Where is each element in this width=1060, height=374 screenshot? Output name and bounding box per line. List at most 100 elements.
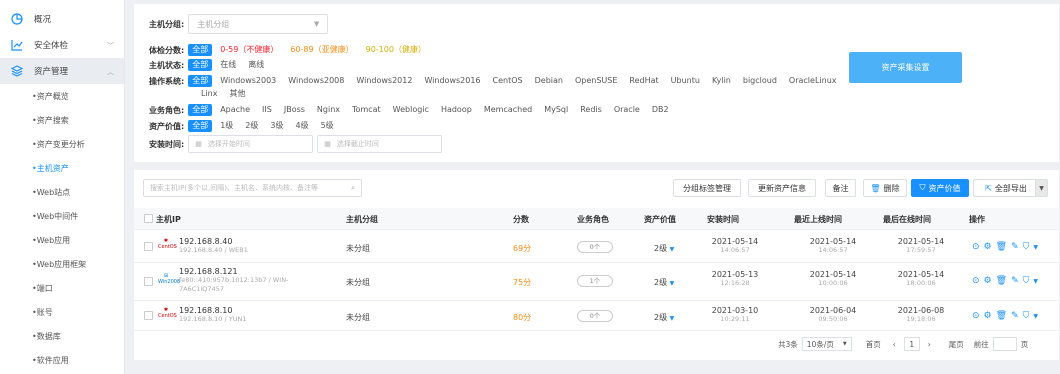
page-number[interactable]: 1 [903, 337, 920, 351]
tag-value[interactable]: 1级 [216, 120, 237, 132]
tag-value[interactable]: 2级 [241, 120, 262, 132]
row-checkbox[interactable] [144, 277, 153, 286]
gear-icon[interactable]: ⚙ [984, 311, 992, 321]
subitem-web-framework[interactable]: •Web应用框架 [0, 252, 124, 276]
page-size-select[interactable]: 10条/页 ▼ [801, 337, 852, 351]
subitem-web-site[interactable]: •Web站点 [0, 180, 124, 204]
tag-role[interactable]: Hadoop [437, 104, 476, 116]
tag-os[interactable]: Windows2003 [216, 75, 280, 87]
tag-role[interactable]: Oracle [610, 104, 644, 116]
tag-role[interactable]: Nginx [313, 104, 344, 116]
search-input[interactable]: 搜索主机IP(多个以,间隔)、主机名、系统内核、备注等 ⌕ [143, 179, 362, 197]
tag-role[interactable]: Tomcat [348, 104, 385, 116]
tag-os[interactable]: Ubuntu [667, 75, 704, 87]
shield-icon[interactable]: ⛉ [1023, 276, 1030, 286]
tag-status-offline[interactable]: 离线 [244, 59, 268, 71]
role-count[interactable]: 0个 [577, 241, 613, 253]
host-score[interactable]: 80分 [513, 312, 531, 323]
asset-value-button[interactable]: ⛉ 资产价值 [911, 179, 969, 197]
tag-score-all[interactable]: 全部 [188, 44, 213, 56]
tag-role[interactable]: Memcached [480, 104, 536, 116]
tag-os[interactable]: Windows2012 [352, 75, 416, 87]
caret-down-icon[interactable]: ▼ [1033, 313, 1038, 321]
tag-score-unhealthy[interactable]: 0-59（不健康） [216, 44, 282, 56]
more-icon[interactable]: ⊙ [972, 242, 980, 252]
tag-role[interactable]: Apache [216, 104, 254, 116]
tag-os[interactable]: CentOS [489, 75, 527, 87]
tag-role[interactable]: Redis [576, 104, 606, 116]
host-score[interactable]: 69分 [513, 243, 531, 254]
trash-icon[interactable]: 🗑 [996, 242, 1007, 252]
tag-role[interactable]: 全部 [188, 104, 213, 116]
sidebar-item-overview[interactable]: 概况 [0, 6, 124, 32]
subitem-asset-search[interactable]: •资产搜索 [0, 108, 124, 132]
tag-status-all[interactable]: 全部 [188, 59, 213, 71]
tag-role[interactable]: JBoss [280, 104, 309, 116]
last-page-button[interactable]: 尾页 [945, 337, 968, 351]
select-all-checkbox[interactable] [144, 214, 153, 223]
sidebar-item-security-check[interactable]: 安全体检 ﹀ [0, 32, 124, 58]
delete-button[interactable]: 🗑 删除 [863, 179, 907, 197]
tag-os[interactable]: Debian [531, 75, 567, 87]
export-dropdown-button[interactable]: ▼ [1035, 179, 1048, 197]
tag-os[interactable]: Linx [197, 88, 221, 100]
tag-os[interactable]: OracleLinux [785, 75, 841, 87]
trash-icon[interactable]: 🗑 [996, 276, 1007, 286]
gear-icon[interactable]: ⚙ [984, 276, 992, 286]
host-ip[interactable]: 192.168.8.121 [179, 267, 288, 276]
next-page-icon[interactable]: › [924, 337, 935, 351]
edit-icon[interactable]: ✎ [1011, 242, 1019, 252]
group-tag-manage-button[interactable]: 分组标签管理 [673, 179, 741, 197]
role-count[interactable]: 1个 [577, 275, 613, 287]
more-icon[interactable]: ⊙ [972, 276, 980, 286]
table-row[interactable]: ✱ CentOS 192.168.8.40 192.168.8.40 / WEB1… [134, 232, 1059, 263]
table-row[interactable]: ⊞ Win2008 192.168.8.121 fe80::410:957b:10… [134, 263, 1059, 301]
tag-os[interactable]: Windows2016 [420, 75, 484, 87]
trash-icon[interactable]: 🗑 [996, 311, 1007, 321]
tag-value[interactable]: 3级 [266, 120, 287, 132]
table-row[interactable]: ✱ CentOS 192.168.8.10 192.168.8.10 / YUN1… [134, 301, 1059, 331]
host-score[interactable]: 75分 [513, 277, 531, 288]
tag-value[interactable]: 4级 [291, 120, 312, 132]
asset-value-select[interactable]: 2级 ▼ [654, 277, 674, 288]
subitem-database[interactable]: •数据库 [0, 324, 124, 348]
row-checkbox[interactable] [144, 311, 153, 320]
prev-page-icon[interactable]: ‹ [889, 337, 900, 351]
sidebar-item-asset-management[interactable]: 资产管理 ︿ [0, 58, 124, 84]
host-ip[interactable]: 192.168.8.10 [179, 306, 246, 315]
asset-value-select[interactable]: 2级 ▼ [654, 312, 674, 323]
edit-icon[interactable]: ✎ [1011, 276, 1019, 286]
host-group-select[interactable]: 主机分组 ▼ [188, 14, 329, 34]
subitem-asset-change[interactable]: •资产变更分析 [0, 132, 124, 156]
tag-os[interactable]: OpenSUSE [571, 75, 621, 87]
subitem-host-assets[interactable]: •主机资产 [0, 156, 124, 180]
tag-score-healthy[interactable]: 90-100（健康） [362, 44, 430, 56]
shield-icon[interactable]: ⛉ [1023, 242, 1030, 252]
subitem-web-middleware[interactable]: •Web中间件 [0, 204, 124, 228]
tag-status-online[interactable]: 在线 [216, 59, 240, 71]
tag-role[interactable]: Weblogic [389, 104, 433, 116]
tag-os[interactable]: Windows2008 [284, 75, 348, 87]
tag-role[interactable]: MySql [540, 104, 572, 116]
host-ip[interactable]: 192.168.8.40 [179, 237, 248, 246]
subitem-asset-overview[interactable]: •资产概览 [0, 84, 124, 108]
asset-collect-settings-button[interactable]: 资产采集设置 [849, 52, 962, 83]
row-checkbox[interactable] [144, 242, 153, 251]
tag-os[interactable]: 其他 [225, 88, 249, 100]
tag-score-subhealthy[interactable]: 60-89（亚健康） [286, 44, 357, 56]
caret-down-icon[interactable]: ▼ [1033, 244, 1038, 252]
tag-os[interactable]: Kylin [708, 75, 735, 87]
asset-value-select[interactable]: 2级 ▼ [654, 243, 674, 254]
end-date-input[interactable]: ▦ 选择截止时间 [317, 135, 443, 153]
goto-page-input[interactable] [992, 337, 1017, 351]
tag-role[interactable]: IIS [258, 104, 276, 116]
tag-os[interactable]: RedHat [625, 75, 662, 87]
more-icon[interactable]: ⊙ [972, 311, 980, 321]
note-button[interactable]: 备注 [825, 179, 856, 197]
start-date-input[interactable]: ▦ 选择开始时间 [188, 135, 314, 153]
gear-icon[interactable]: ⚙ [984, 242, 992, 252]
tag-value[interactable]: 全部 [188, 120, 213, 132]
edit-icon[interactable]: ✎ [1011, 311, 1019, 321]
tag-os[interactable]: bigcloud [739, 75, 781, 87]
tag-os[interactable]: 全部 [188, 75, 213, 87]
